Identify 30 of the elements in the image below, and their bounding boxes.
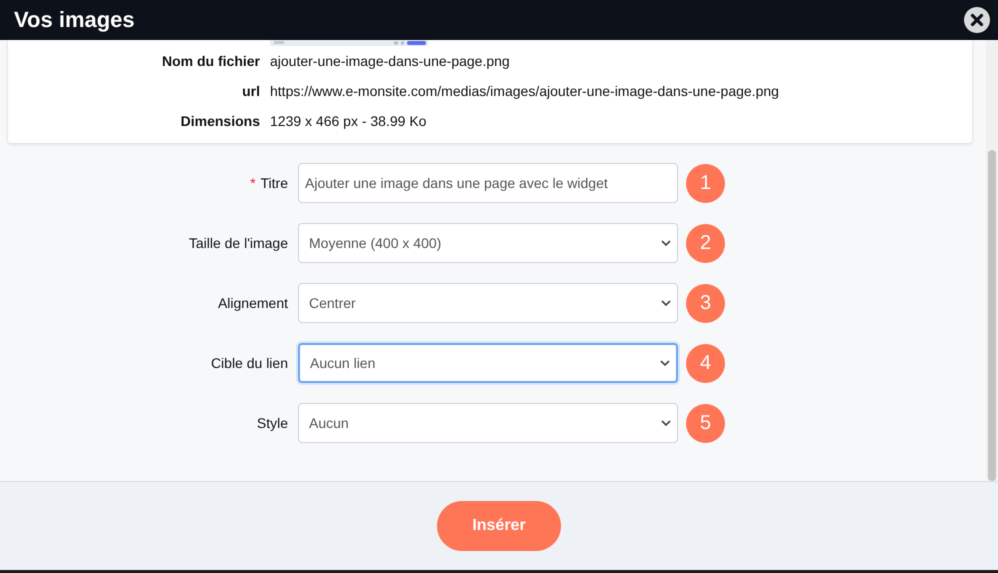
- chevron-down-icon: [661, 420, 671, 426]
- field-label: Alignement: [218, 295, 288, 311]
- required-asterisk: *: [250, 175, 256, 191]
- info-value: ajouter-une-image-dans-une-page.png: [270, 53, 510, 69]
- field-label: Taille de l'image: [188, 235, 288, 251]
- chevron-down-icon: [660, 360, 670, 366]
- title-field[interactable]: Ajouter une image dans une page avec le widget: [298, 163, 678, 203]
- info-value: https://www.e-monsite.com/medias/images/ajouter-une-image-dans-une-page.png: [270, 83, 779, 99]
- select-field[interactable]: Aucun lien: [298, 343, 678, 383]
- window-title: Vos images: [14, 7, 135, 33]
- scrollbar[interactable]: [986, 40, 998, 481]
- step-number: 5: [686, 404, 725, 442]
- chevron-down-icon: [661, 240, 671, 246]
- select-field[interactable]: Moyenne (400 x 400): [298, 223, 678, 263]
- step-number: 1: [686, 164, 725, 202]
- step-number: 4: [686, 344, 725, 382]
- info-label: Dimensions: [180, 113, 261, 129]
- info-label: Nom du fichier: [160, 53, 261, 69]
- scrollbar-thumb[interactable]: [988, 150, 996, 481]
- close-icon[interactable]: [964, 7, 990, 33]
- info-value: 1239 x 466 px - 38.99 Ko: [270, 113, 426, 129]
- field-label: Titre: [260, 175, 288, 191]
- chevron-down-icon: [661, 300, 671, 306]
- select-field[interactable]: Aucun: [298, 403, 678, 443]
- info-label: url: [241, 83, 261, 99]
- step-number: 2: [686, 224, 725, 262]
- field-label: Style: [256, 415, 288, 431]
- select-field[interactable]: Centrer: [298, 283, 678, 323]
- step-number: 3: [686, 284, 725, 322]
- field-label: Cible du lien: [210, 355, 288, 371]
